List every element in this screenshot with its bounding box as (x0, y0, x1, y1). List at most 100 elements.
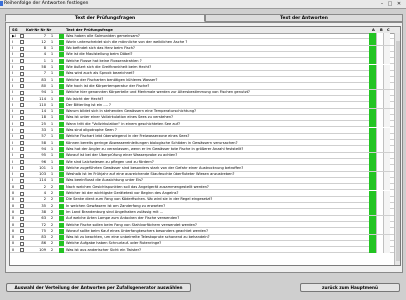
answer-c-cell[interactable] (383, 108, 390, 115)
answer-c-cell[interactable] (383, 159, 390, 165)
answer-c-cell[interactable] (383, 184, 390, 191)
answer-a-cell[interactable] (369, 222, 376, 228)
answer-a-cell[interactable] (369, 240, 376, 247)
row-checkbox[interactable] (20, 46, 24, 51)
answer-c-cell[interactable] (383, 89, 390, 96)
answer-c-cell[interactable] (383, 215, 390, 222)
answer-a-cell[interactable] (369, 89, 376, 96)
answer-b-cell[interactable] (376, 45, 383, 52)
answer-b-cell[interactable] (376, 96, 383, 102)
row-checkbox[interactable] (20, 178, 24, 183)
row-checkbox[interactable] (20, 153, 24, 158)
answer-a-cell[interactable] (369, 203, 376, 210)
answer-a-cell[interactable] (369, 234, 376, 241)
answer-b-cell[interactable] (376, 215, 383, 222)
answer-c-cell[interactable] (383, 234, 390, 241)
row-checkbox[interactable] (20, 166, 24, 171)
row-checkbox[interactable] (20, 216, 24, 221)
scroll-thumb[interactable] (395, 41, 400, 261)
row-checkbox[interactable] (20, 109, 24, 114)
row-checkbox[interactable] (20, 115, 24, 120)
row-checkbox[interactable] (20, 241, 24, 246)
answer-c-cell[interactable] (383, 152, 390, 159)
row-checkbox[interactable] (20, 197, 24, 202)
minimize-icon[interactable]: – (378, 1, 386, 7)
answer-a-cell[interactable] (369, 83, 376, 90)
row-checkbox[interactable] (20, 147, 24, 152)
answer-b-cell[interactable] (376, 133, 383, 140)
answer-b-cell[interactable] (376, 209, 383, 216)
answer-a-cell[interactable] (369, 64, 376, 71)
row-checkbox[interactable] (20, 103, 24, 108)
answer-c-cell[interactable] (383, 64, 390, 71)
close-icon[interactable]: ✕ (395, 1, 403, 7)
answer-c-cell[interactable] (383, 114, 390, 121)
answer-c-cell[interactable] (383, 77, 390, 84)
answer-b-cell[interactable] (376, 159, 383, 165)
answer-c-cell[interactable] (383, 165, 390, 172)
answer-b-cell[interactable] (376, 146, 383, 153)
tab-antworten[interactable]: Text der Antworten (205, 14, 403, 22)
row-checkbox[interactable] (20, 204, 24, 209)
table-row[interactable]: II 109 2 Was ist aus anderischer Sicht ein … (10, 247, 400, 254)
row-checkbox[interactable] (20, 223, 24, 227)
answer-a-cell[interactable] (369, 209, 376, 216)
answer-a-cell[interactable] (369, 177, 376, 184)
answer-a-cell[interactable] (369, 70, 376, 77)
answer-a-cell[interactable] (369, 171, 376, 178)
answer-c-cell[interactable] (383, 58, 390, 65)
row-checkbox[interactable] (20, 40, 24, 45)
answer-a-cell[interactable] (369, 159, 376, 165)
answer-c-cell[interactable] (383, 83, 390, 90)
answer-c-cell[interactable] (383, 121, 390, 128)
answer-c-cell[interactable] (383, 228, 390, 235)
answer-a-cell[interactable] (369, 51, 376, 58)
answer-c-cell[interactable] (383, 171, 390, 178)
row-checkbox[interactable] (20, 141, 24, 146)
row-checkbox[interactable] (20, 71, 24, 76)
answer-a-cell[interactable] (369, 39, 376, 46)
row-checkbox[interactable] (20, 59, 24, 64)
answer-b-cell[interactable] (376, 240, 383, 247)
answer-a-cell[interactable] (369, 102, 376, 109)
answer-b-cell[interactable] (376, 184, 383, 191)
answer-c-cell[interactable] (383, 33, 390, 39)
answer-c-cell[interactable] (383, 222, 390, 228)
answer-b-cell[interactable] (376, 171, 383, 178)
answer-c-cell[interactable] (383, 70, 390, 77)
row-checkbox[interactable] (20, 128, 24, 133)
row-checkbox[interactable] (20, 52, 24, 57)
answer-c-cell[interactable] (383, 146, 390, 153)
random-distribution-button[interactable]: Auswahl der Verteilung der Antworten per… (6, 283, 191, 292)
answer-c-cell[interactable] (383, 45, 390, 52)
answer-c-cell[interactable] (383, 140, 390, 147)
row-checkbox[interactable] (20, 84, 24, 89)
answer-b-cell[interactable] (376, 222, 383, 228)
back-to-main-menu-button[interactable]: zurück zum Hauptmenü (300, 283, 400, 292)
answer-a-cell[interactable] (369, 133, 376, 140)
answer-b-cell[interactable] (376, 190, 383, 197)
answer-b-cell[interactable] (376, 228, 383, 235)
answer-a-cell[interactable] (369, 196, 376, 203)
answer-a-cell[interactable] (369, 114, 376, 121)
answer-b-cell[interactable] (376, 203, 383, 210)
answer-b-cell[interactable] (376, 127, 383, 134)
answer-a-cell[interactable] (369, 146, 376, 153)
row-checkbox[interactable] (20, 229, 24, 234)
answer-b-cell[interactable] (376, 83, 383, 90)
answer-b-cell[interactable] (376, 165, 383, 172)
answer-a-cell[interactable] (369, 77, 376, 84)
answer-a-cell[interactable] (369, 165, 376, 172)
answer-c-cell[interactable] (383, 127, 390, 134)
answer-c-cell[interactable] (383, 102, 390, 109)
row-checkbox[interactable] (20, 235, 24, 240)
row-checkbox[interactable] (20, 172, 24, 177)
answer-c-cell[interactable] (383, 203, 390, 210)
row-checkbox[interactable] (20, 185, 24, 190)
answer-a-cell[interactable] (369, 121, 376, 128)
answer-a-cell[interactable] (369, 96, 376, 102)
answer-b-cell[interactable] (376, 114, 383, 121)
row-checkbox[interactable] (20, 248, 24, 253)
row-checkbox[interactable] (20, 160, 24, 164)
answer-b-cell[interactable] (376, 108, 383, 115)
